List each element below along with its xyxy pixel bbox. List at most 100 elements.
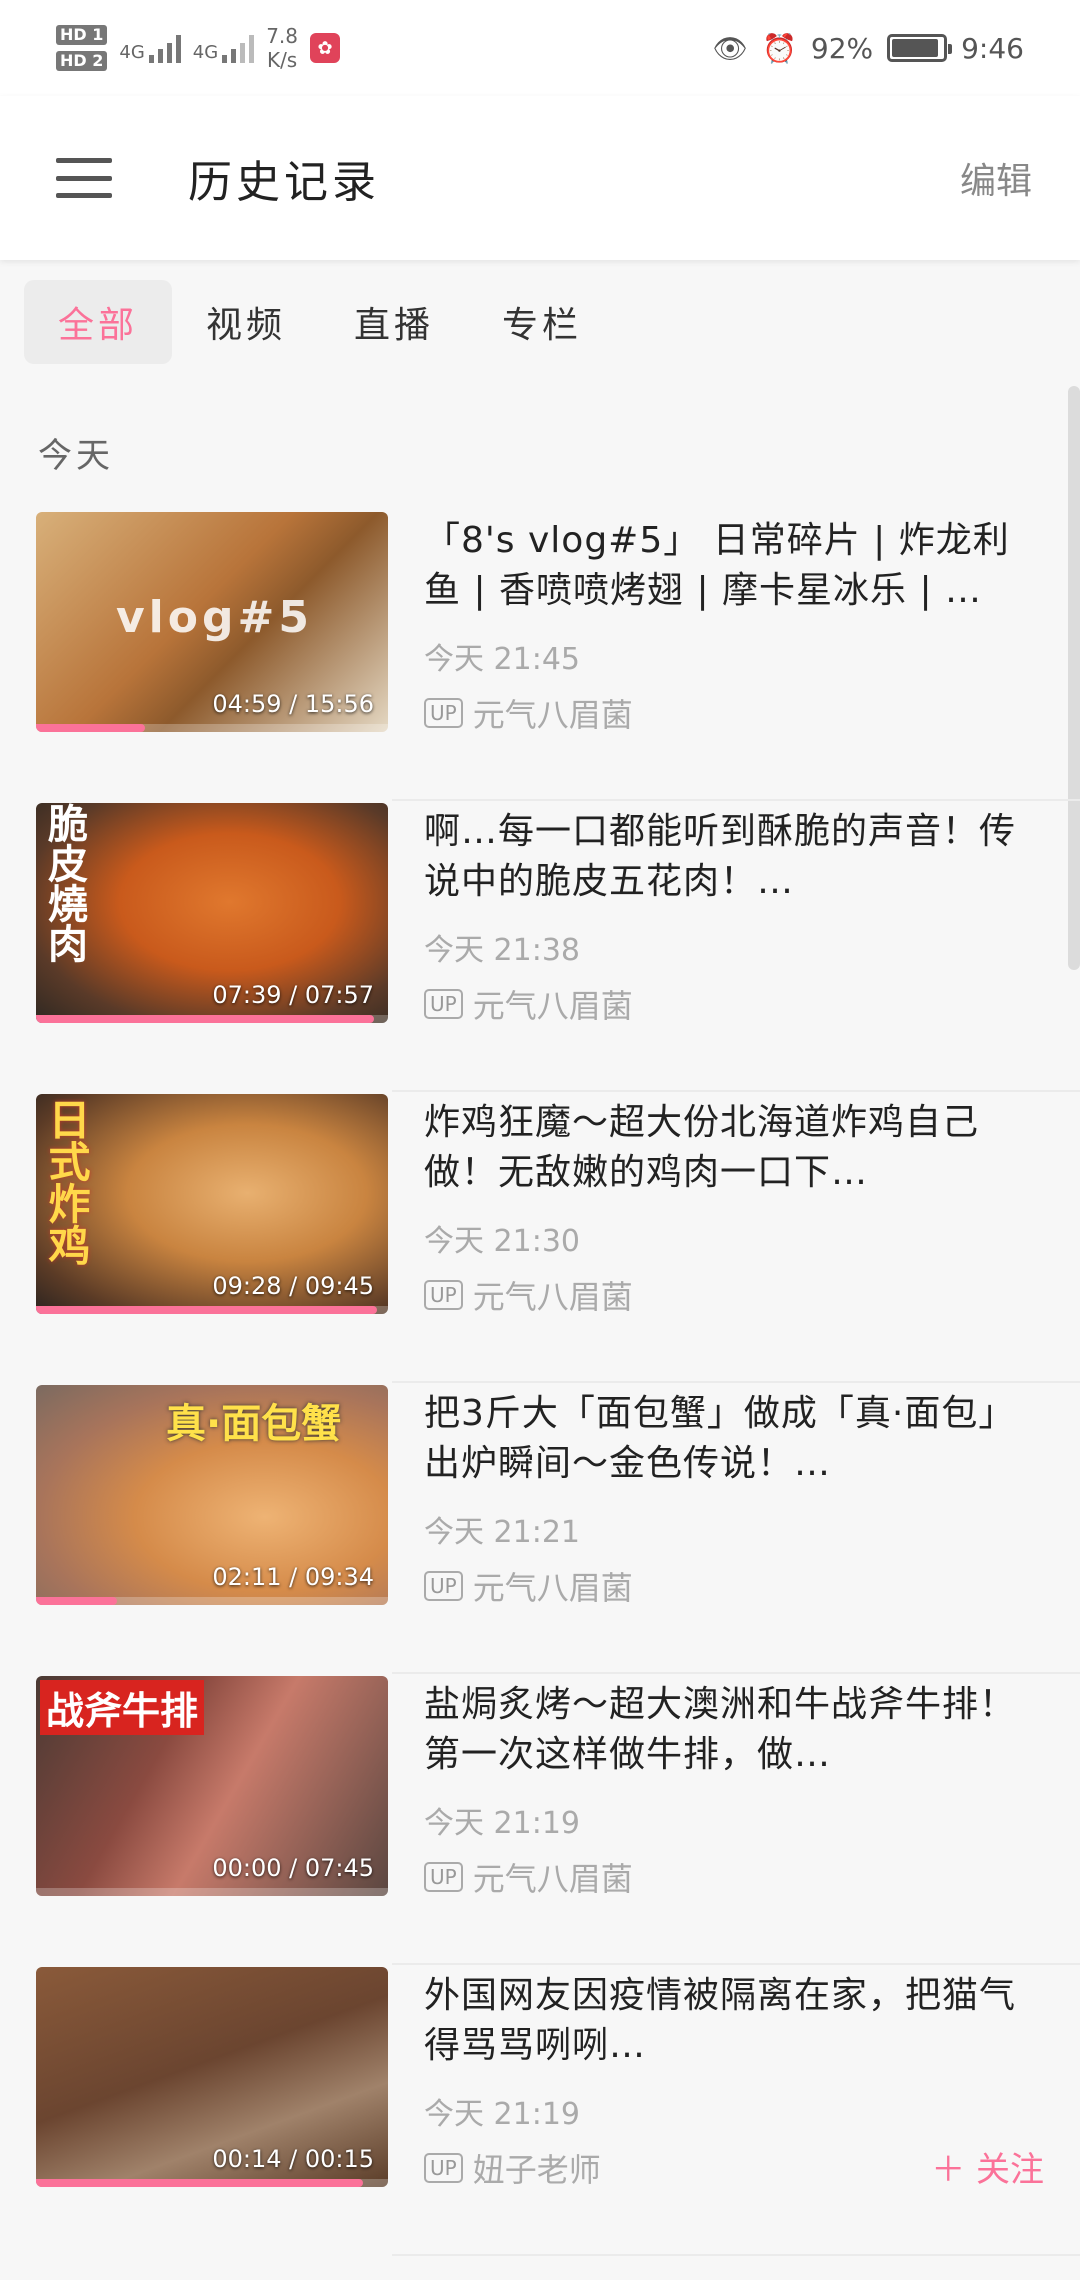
edit-button[interactable]: 编辑 bbox=[960, 152, 1032, 204]
tab-live[interactable]: 直播 bbox=[320, 280, 468, 364]
uploader-row: UP 元气八眉菌 bbox=[424, 1854, 1044, 1900]
signal-bars-icon bbox=[148, 33, 181, 63]
signal-2: 4G bbox=[192, 33, 255, 63]
eye-icon: 👁 bbox=[712, 31, 748, 65]
uploader-name: 元气八眉菌 bbox=[472, 1569, 633, 1607]
uploader-name: 元气八眉菌 bbox=[472, 696, 633, 734]
thumbnail-caption: 脆皮燒肉 bbox=[41, 803, 87, 963]
video-title[interactable]: 把3斤大「面包蟹」做成「真·面包」出炉瞬间～金色传说！… bbox=[424, 1389, 1044, 1489]
video-thumbnail[interactable]: 日式炸鸡 09:28 / 09:45 bbox=[36, 1094, 388, 1314]
watch-time: 今天 21:30 bbox=[424, 1224, 580, 1259]
list-item[interactable]: 战斧牛排 00:00 / 07:45 盐焗炙烤～超大澳洲和牛战斧牛排！第一次这样… bbox=[0, 1674, 1080, 1965]
watch-progress-bar bbox=[36, 1888, 388, 1896]
uploader-name: 元气八眉菌 bbox=[472, 1278, 633, 1316]
video-title[interactable]: 「8's vlog#5」 日常碎片 | 炸龙利鱼 | 香喷喷烤翅 | 摩卡星冰乐… bbox=[424, 516, 1044, 616]
menu-icon[interactable] bbox=[56, 158, 112, 198]
video-thumbnail[interactable]: 脆皮燒肉 07:39 / 07:57 bbox=[36, 803, 388, 1023]
video-info: 外国网友因疫情被隔离在家，把猫气得骂骂咧咧… 今天 21:19 UP 妞子老师 … bbox=[424, 1971, 1044, 2191]
up-badge-icon: UP bbox=[424, 989, 463, 1019]
list-item[interactable]: vlog#5 04:59 / 15:56 「8's vlog#5」 日常碎片 |… bbox=[0, 510, 1080, 801]
watch-time: 今天 21:45 bbox=[424, 642, 580, 677]
video-info: 「8's vlog#5」 日常碎片 | 炸龙利鱼 | 香喷喷烤翅 | 摩卡星冰乐… bbox=[424, 516, 1044, 736]
signal-1: 4G bbox=[119, 33, 181, 63]
watch-time: 今天 21:19 bbox=[424, 1806, 580, 1841]
uploader-name: 元气八眉菌 bbox=[472, 987, 633, 1025]
battery-percent: 92% bbox=[810, 31, 874, 65]
video-info: 啊…每一口都能听到酥脆的声音！传说中的脆皮五花肉！… 今天 21:38 UP 元… bbox=[424, 807, 1044, 1027]
watch-progress-bar bbox=[36, 1597, 388, 1605]
net-speed-value: 7.8 bbox=[266, 24, 298, 48]
video-title[interactable]: 盐焗炙烤～超大澳洲和牛战斧牛排！第一次这样做牛排，做… bbox=[424, 1680, 1044, 1780]
section-today-label: 今天 bbox=[38, 436, 114, 476]
watch-progress-fill bbox=[36, 1597, 117, 1605]
watch-progress-fill bbox=[36, 1015, 374, 1023]
watch-time: 今天 21:21 bbox=[424, 1515, 580, 1550]
thumbnail-caption: 战斧牛排 bbox=[40, 1680, 205, 1735]
video-title[interactable]: 啊…每一口都能听到酥脆的声音！传说中的脆皮五花肉！… bbox=[424, 807, 1044, 907]
network-type-1: 4G bbox=[119, 42, 145, 63]
thumbnail-caption: 日式炸鸡 bbox=[42, 1098, 91, 1266]
list-item[interactable]: 真·面包蟹 02:11 / 09:34 把3斤大「面包蟹」做成「真·面包」出炉瞬… bbox=[0, 1383, 1080, 1674]
list-item[interactable]: 00:14 / 00:15 外国网友因疫情被隔离在家，把猫气得骂骂咧咧… 今天 … bbox=[0, 1965, 1080, 2256]
net-speed-unit: K/s bbox=[266, 48, 298, 72]
uploader-name: 元气八眉菌 bbox=[472, 1860, 633, 1898]
up-badge-icon: UP bbox=[424, 1862, 463, 1892]
lotus-app-icon: ✿ bbox=[310, 33, 340, 63]
video-title[interactable]: 炸鸡狂魔～超大份北海道炸鸡自己做！无敌嫩的鸡肉一口下… bbox=[424, 1098, 1044, 1198]
watch-time: 今天 21:38 bbox=[424, 933, 580, 968]
watch-duration: 07:39 / 07:57 bbox=[212, 981, 374, 1009]
tab-video[interactable]: 视频 bbox=[172, 280, 320, 364]
watch-duration: 00:14 / 00:15 bbox=[212, 2145, 374, 2173]
up-badge-icon: UP bbox=[424, 698, 463, 728]
video-info: 盐焗炙烤～超大澳洲和牛战斧牛排！第一次这样做牛排，做… 今天 21:19 UP … bbox=[424, 1680, 1044, 1900]
watch-duration: 09:28 / 09:45 bbox=[212, 1272, 374, 1300]
status-bar: HD 1 HD 2 4G 4G 7.8 K/s ✿ 👁 ⏰ 92% 9:46 bbox=[0, 0, 1080, 96]
uploader-row: UP 元气八眉菌 bbox=[424, 1272, 1044, 1318]
filter-tabs: 全部 视频 直播 专栏 bbox=[0, 276, 1080, 368]
signal-bars-icon bbox=[222, 33, 255, 63]
watch-duration: 04:59 / 15:56 bbox=[212, 690, 374, 718]
app-bar: 历史记录 编辑 bbox=[0, 96, 1080, 260]
video-thumbnail[interactable]: 战斧牛排 00:00 / 07:45 bbox=[36, 1676, 388, 1896]
network-type-2: 4G bbox=[192, 42, 219, 63]
hd2-badge: HD 2 bbox=[56, 51, 108, 71]
page-title: 历史记录 bbox=[188, 157, 380, 208]
watch-progress-fill bbox=[36, 1306, 378, 1314]
uploader-row: UP 元气八眉菌 bbox=[424, 981, 1044, 1027]
watch-progress-bar bbox=[36, 1015, 388, 1023]
up-badge-icon: UP bbox=[424, 1280, 463, 1310]
uploader-name: 妞子老师 bbox=[472, 2151, 601, 2189]
battery-icon bbox=[887, 34, 953, 62]
watch-progress-bar bbox=[36, 1306, 388, 1314]
clock: 9:46 bbox=[961, 31, 1024, 65]
list-item[interactable]: 脆皮燒肉 07:39 / 07:57 啊…每一口都能听到酥脆的声音！传说中的脆皮… bbox=[0, 801, 1080, 1092]
thumbnail-caption: 真·面包蟹 bbox=[166, 1401, 342, 1447]
video-info: 把3斤大「面包蟹」做成「真·面包」出炉瞬间～金色传说！… 今天 21:21 UP… bbox=[424, 1389, 1044, 1609]
tab-column[interactable]: 专栏 bbox=[468, 280, 616, 364]
up-badge-icon: UP bbox=[424, 1571, 463, 1601]
alarm-icon: ⏰ bbox=[762, 31, 797, 65]
watch-progress-fill bbox=[36, 724, 146, 732]
list-item[interactable]: 日式炸鸡 09:28 / 09:45 炸鸡狂魔～超大份北海道炸鸡自己做！无敌嫩的… bbox=[0, 1092, 1080, 1383]
uploader-row: UP 元气八眉菌 bbox=[424, 690, 1044, 736]
video-thumbnail[interactable]: 真·面包蟹 02:11 / 09:34 bbox=[36, 1385, 388, 1605]
watch-progress-bar bbox=[36, 724, 388, 732]
watch-duration: 02:11 / 09:34 bbox=[212, 1563, 374, 1591]
video-thumbnail[interactable]: vlog#5 04:59 / 15:56 bbox=[36, 512, 388, 732]
net-speed: 7.8 K/s bbox=[266, 24, 298, 72]
watch-progress-fill bbox=[36, 2179, 364, 2187]
follow-button[interactable]: ＋ 关注 bbox=[931, 2142, 1044, 2191]
video-info: 炸鸡狂魔～超大份北海道炸鸡自己做！无敌嫩的鸡肉一口下… 今天 21:30 UP … bbox=[424, 1098, 1044, 1318]
video-thumbnail[interactable]: 00:14 / 00:15 bbox=[36, 1967, 388, 2187]
video-title[interactable]: 外国网友因疫情被隔离在家，把猫气得骂骂咧咧… bbox=[424, 1971, 1044, 2071]
thumbnail-caption: vlog#5 bbox=[116, 592, 313, 643]
watch-progress-bar bbox=[36, 2179, 388, 2187]
watch-duration: 00:00 / 07:45 bbox=[212, 1854, 374, 1882]
hd-indicators: HD 1 HD 2 bbox=[56, 25, 108, 71]
uploader-row: UP 元气八眉菌 bbox=[424, 1563, 1044, 1609]
history-list: vlog#5 04:59 / 15:56 「8's vlog#5」 日常碎片 |… bbox=[0, 510, 1080, 2256]
status-left: HD 1 HD 2 4G 4G 7.8 K/s ✿ bbox=[56, 24, 340, 72]
up-badge-icon: UP bbox=[424, 2153, 463, 2183]
tab-all[interactable]: 全部 bbox=[24, 280, 173, 364]
status-right: 👁 ⏰ 92% 9:46 bbox=[712, 32, 1024, 65]
